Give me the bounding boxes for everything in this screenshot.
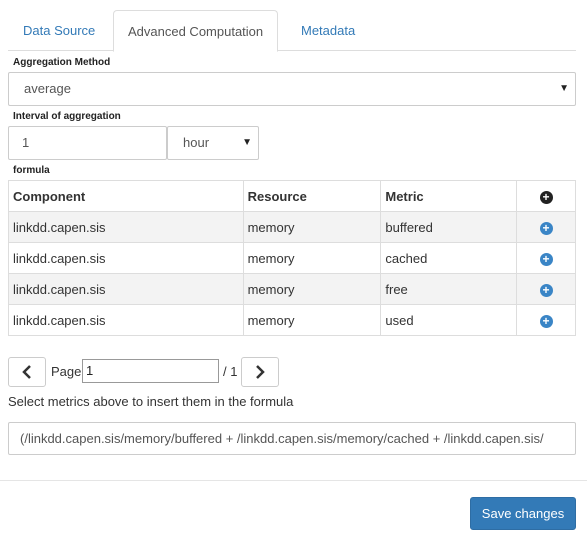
chevron-right-icon	[256, 365, 265, 379]
page-total: / 1	[223, 364, 238, 379]
insert-metric-button[interactable]: +	[516, 304, 576, 336]
aggregation-method-label: Aggregation Method	[13, 57, 111, 68]
add-all-button[interactable]: +	[516, 180, 576, 212]
chevron-left-icon	[22, 365, 31, 379]
cell-metric: cached	[380, 242, 518, 274]
formula-label: formula	[13, 165, 50, 176]
insert-metric-button[interactable]: +	[516, 242, 576, 274]
interval-value-input[interactable]: 1	[8, 126, 167, 160]
cell-metric: free	[380, 273, 518, 305]
cell-component: linkdd.capen.sis	[8, 211, 244, 243]
plus-circle-icon: +	[539, 190, 553, 204]
tab-data-source[interactable]: Data Source	[9, 10, 109, 50]
tab-bar: Data Source Advanced Computation Metadat…	[0, 0, 587, 52]
table-row: linkdd.capen.sis memory free +	[8, 273, 576, 305]
formula-input[interactable]: (/linkdd.capen.sis/memory/buffered + /li…	[8, 422, 576, 455]
tab-metadata[interactable]: Metadata	[287, 10, 369, 50]
plus-circle-icon: +	[539, 283, 553, 297]
cell-resource: memory	[242, 242, 382, 274]
chevron-down-icon: ▼	[559, 83, 569, 94]
chevron-down-icon: ▼	[242, 137, 252, 148]
interval-unit-select[interactable]: hour ▼	[167, 126, 259, 160]
footer-divider	[0, 480, 587, 481]
tab-advanced-computation[interactable]: Advanced Computation	[113, 10, 279, 52]
column-header-component: Component	[8, 180, 244, 212]
insert-metric-button[interactable]: +	[516, 273, 576, 305]
previous-page-button[interactable]	[8, 357, 46, 387]
next-page-button[interactable]	[241, 357, 279, 387]
page-number-input[interactable]: 1	[82, 359, 219, 383]
cell-metric: buffered	[380, 211, 518, 243]
cell-component: linkdd.capen.sis	[8, 273, 244, 305]
formula-hint: Select metrics above to insert them in t…	[8, 394, 294, 409]
page-label: Page	[51, 364, 82, 379]
metrics-table: Component Resource Metric + linkdd.capen…	[8, 180, 576, 336]
plus-circle-icon: +	[539, 314, 553, 328]
aggregation-method-select[interactable]: average ▼	[8, 72, 576, 106]
table-row: linkdd.capen.sis memory buffered +	[8, 211, 576, 243]
interval-label: Interval of aggregation	[13, 111, 121, 122]
aggregation-method-value: average	[24, 81, 71, 96]
cell-metric: used	[380, 304, 518, 336]
tab-bar-divider	[8, 50, 576, 51]
column-header-resource: Resource	[242, 180, 382, 212]
column-header-metric: Metric	[380, 180, 518, 212]
table-row: linkdd.capen.sis memory cached +	[8, 242, 576, 274]
interval-value: 1	[22, 135, 30, 150]
plus-circle-icon: +	[539, 221, 553, 235]
table-header-row: Component Resource Metric +	[8, 180, 576, 212]
save-changes-button[interactable]: Save changes	[470, 497, 576, 530]
plus-circle-icon: +	[539, 252, 553, 266]
table-row: linkdd.capen.sis memory used +	[8, 304, 576, 336]
cell-resource: memory	[242, 304, 382, 336]
interval-unit-value: hour	[183, 135, 210, 150]
cell-component: linkdd.capen.sis	[8, 242, 244, 274]
cell-component: linkdd.capen.sis	[8, 304, 244, 336]
cell-resource: memory	[242, 211, 382, 243]
insert-metric-button[interactable]: +	[516, 211, 576, 243]
cell-resource: memory	[242, 273, 382, 305]
